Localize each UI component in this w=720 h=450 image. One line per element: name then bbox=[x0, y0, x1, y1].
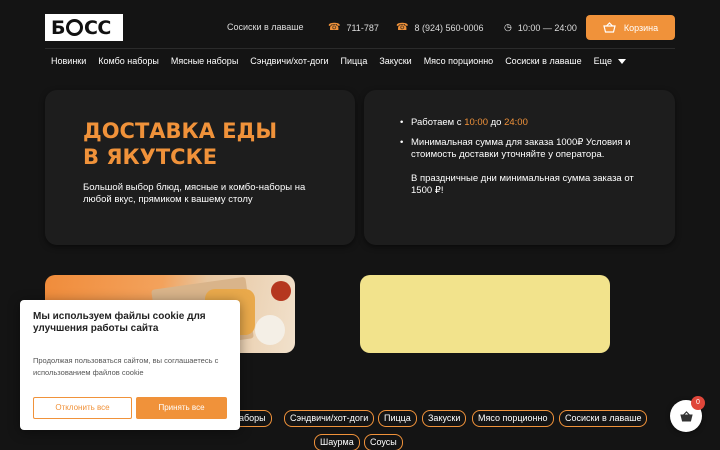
nav-more-label: Еще bbox=[593, 56, 612, 66]
category-chip[interactable]: Сосиски в лаваше bbox=[559, 410, 648, 427]
nav-item[interactable]: Сэндвичи/хот-доги bbox=[250, 56, 328, 66]
phone-icon: ☎ bbox=[328, 22, 341, 33]
bullet: • bbox=[400, 137, 404, 148]
phone-icon: ☎ bbox=[396, 22, 409, 33]
category-chip[interactable]: Сэндвичи/хот-доги bbox=[284, 410, 375, 427]
holiday-text: В праздничные дни минимальная сумма зака… bbox=[411, 173, 634, 196]
sauce-bowl-image bbox=[255, 315, 285, 345]
logo-lion-icon bbox=[65, 19, 83, 36]
hours-row: • Работаем с 10:00 до 24:00 bbox=[400, 117, 650, 129]
nav-more-dropdown[interactable]: Еще bbox=[594, 56, 626, 66]
hours-from: 10:00 bbox=[464, 117, 488, 128]
reject-all-button[interactable]: Отклонить все bbox=[33, 397, 132, 419]
basket-icon bbox=[679, 410, 693, 421]
delivery-info: • Работаем с 10:00 до 24:00 • Минимальна… bbox=[400, 117, 650, 197]
phone-1[interactable]: ☎ 711-787 bbox=[328, 22, 379, 33]
cart-count-badge: 0 bbox=[691, 396, 705, 410]
nav-item[interactable]: Мясо порционно bbox=[424, 56, 494, 66]
category-nav: Новинки Комбо наборы Мясные наборы Сэндв… bbox=[51, 56, 626, 66]
cookie-title: Мы используем файлы cookie для улучшения… bbox=[33, 311, 206, 334]
nav-item[interactable]: Закуски bbox=[379, 56, 411, 66]
hours-prefix: Работаем с bbox=[411, 117, 462, 128]
header-divider bbox=[45, 48, 675, 49]
hours-mid: до bbox=[490, 117, 502, 128]
caret-down-icon bbox=[617, 58, 626, 64]
logo[interactable]: Б СС bbox=[45, 14, 123, 41]
category-chip[interactable]: Пицца bbox=[378, 410, 417, 427]
phone-1-number: 711-787 bbox=[346, 22, 379, 33]
hero-title: ДОСТАВКА ЕДЫ В ЯКУТСКЕ bbox=[83, 118, 277, 170]
nav-item[interactable]: Сосиски в лаваше bbox=[505, 56, 581, 66]
nav-item[interactable]: Новинки bbox=[51, 56, 86, 66]
bullet: • bbox=[400, 117, 404, 128]
clock-icon: ◷ bbox=[504, 22, 512, 32]
category-chip[interactable]: Мясо порционно bbox=[472, 410, 554, 427]
cart-button[interactable]: Корзина bbox=[586, 15, 675, 40]
nav-item[interactable]: Мясные наборы bbox=[171, 56, 238, 66]
hours-line: Работаем с 10:00 до 24:00 bbox=[411, 117, 528, 129]
working-hours: ◷ 10:00 — 24:00 bbox=[504, 22, 577, 33]
category-chip[interactable]: Шаурма bbox=[314, 434, 360, 450]
hero-card: ДОСТАВКА ЕДЫ В ЯКУТСКЕ Большой выбор блю… bbox=[45, 90, 355, 245]
phone-2-number: 8 (924) 560-0006 bbox=[414, 22, 484, 33]
min-order-row: • Минимальная сумма для заказа 1000₽ Усл… bbox=[400, 137, 650, 197]
logo-text-b: Б bbox=[51, 16, 65, 39]
accept-all-button[interactable]: Принять все bbox=[136, 397, 227, 419]
min-order-block: Минимальная сумма для заказа 1000₽ Услов… bbox=[411, 137, 650, 197]
header-menu-link[interactable]: Сосиски в лаваше bbox=[227, 22, 303, 32]
header-menu-link-label: Сосиски в лаваше bbox=[227, 22, 304, 32]
promo-banner-yellow[interactable] bbox=[360, 275, 610, 353]
hero-title-line-1: ДОСТАВКА ЕДЫ bbox=[83, 119, 278, 143]
working-hours-text: 10:00 — 24:00 bbox=[517, 22, 577, 33]
hero-subtitle: Большой выбор блюд, мясные и комбо-набор… bbox=[83, 182, 306, 205]
category-chip[interactable]: Соусы bbox=[364, 434, 403, 450]
basket-icon bbox=[603, 22, 616, 33]
category-chip[interactable]: Закуски bbox=[422, 410, 467, 427]
nav-item[interactable]: Комбо наборы bbox=[98, 56, 159, 66]
logo-text-cc: СС bbox=[83, 16, 111, 39]
hours-to: 24:00 bbox=[504, 117, 528, 128]
delivery-info-card: • Работаем с 10:00 до 24:00 • Минимальна… bbox=[364, 90, 675, 245]
cart-button-label: Корзина bbox=[623, 22, 659, 33]
cookie-text: Продолжая пользоваться сайтом, вы соглаш… bbox=[33, 356, 219, 377]
hero-title-line-2: В ЯКУТСКЕ bbox=[83, 145, 218, 169]
min-order-text: Минимальная сумма для заказа 1000₽ Услов… bbox=[411, 137, 631, 160]
ketchup-image bbox=[271, 281, 291, 301]
phone-2[interactable]: ☎ 8 (924) 560-0006 bbox=[396, 22, 484, 33]
cookie-consent-popup: Мы используем файлы cookie для улучшения… bbox=[20, 300, 240, 430]
nav-item[interactable]: Пицца bbox=[341, 56, 368, 66]
